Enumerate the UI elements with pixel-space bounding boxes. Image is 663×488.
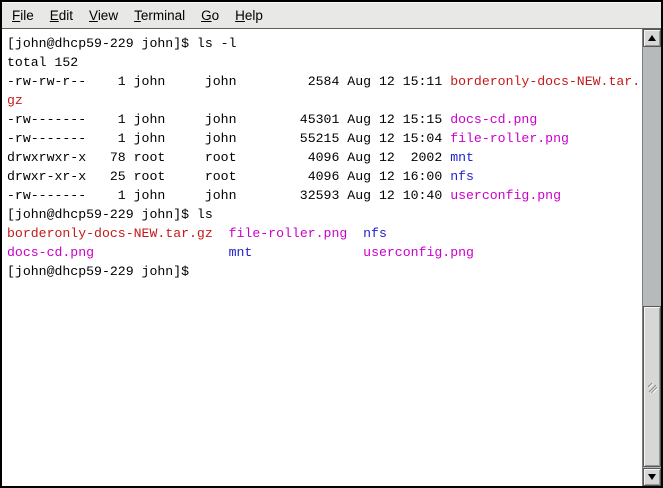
terminal-window: FileEditViewTerminalGoHelp [john@dhcp59-… (0, 0, 663, 488)
terminal-line: drwxrwxr-x 78 root root 4096 Aug 12 2002… (7, 148, 642, 167)
terminal-line: -rw------- 1 john john 45301 Aug 12 15:1… (7, 110, 642, 129)
scroll-down-button[interactable] (643, 468, 661, 486)
scroll-up-button[interactable] (643, 29, 661, 47)
terminal-line: [john@dhcp59-229 john]$ (7, 262, 642, 281)
terminal-line: total 152 (7, 53, 642, 72)
scrollbar[interactable] (642, 29, 661, 486)
terminal-line: -rw------- 1 john john 32593 Aug 12 10:4… (7, 186, 642, 205)
menu-go[interactable]: Go (193, 4, 227, 27)
menu-terminal[interactable]: Terminal (126, 4, 193, 27)
terminal-line: [john@dhcp59-229 john]$ ls -l (7, 34, 642, 53)
terminal-line: -rw------- 1 john john 55215 Aug 12 15:0… (7, 129, 642, 148)
grip-icon (646, 381, 658, 393)
terminal-line: -rw-rw-r-- 1 john john 2584 Aug 12 15:11… (7, 72, 642, 91)
scrollbar-thumb[interactable] (643, 306, 661, 467)
menu-file[interactable]: File (4, 4, 42, 27)
menu-view[interactable]: View (81, 4, 126, 27)
menu-edit[interactable]: Edit (42, 4, 81, 27)
arrow-up-icon (648, 35, 656, 41)
terminal-line: borderonly-docs-NEW.tar.gz file-roller.p… (7, 224, 642, 243)
arrow-down-icon (648, 474, 656, 480)
terminal-screen[interactable]: [john@dhcp59-229 john]$ ls -ltotal 152-r… (2, 29, 642, 486)
terminal-line: drwxr-xr-x 25 root root 4096 Aug 12 16:0… (7, 167, 642, 186)
terminal-line: docs-cd.png mnt userconfig.png (7, 243, 642, 262)
terminal-line: [john@dhcp59-229 john]$ ls (7, 205, 642, 224)
menu-bar: FileEditViewTerminalGoHelp (2, 2, 661, 29)
menu-help[interactable]: Help (227, 4, 271, 27)
terminal-line: gz (7, 91, 642, 110)
